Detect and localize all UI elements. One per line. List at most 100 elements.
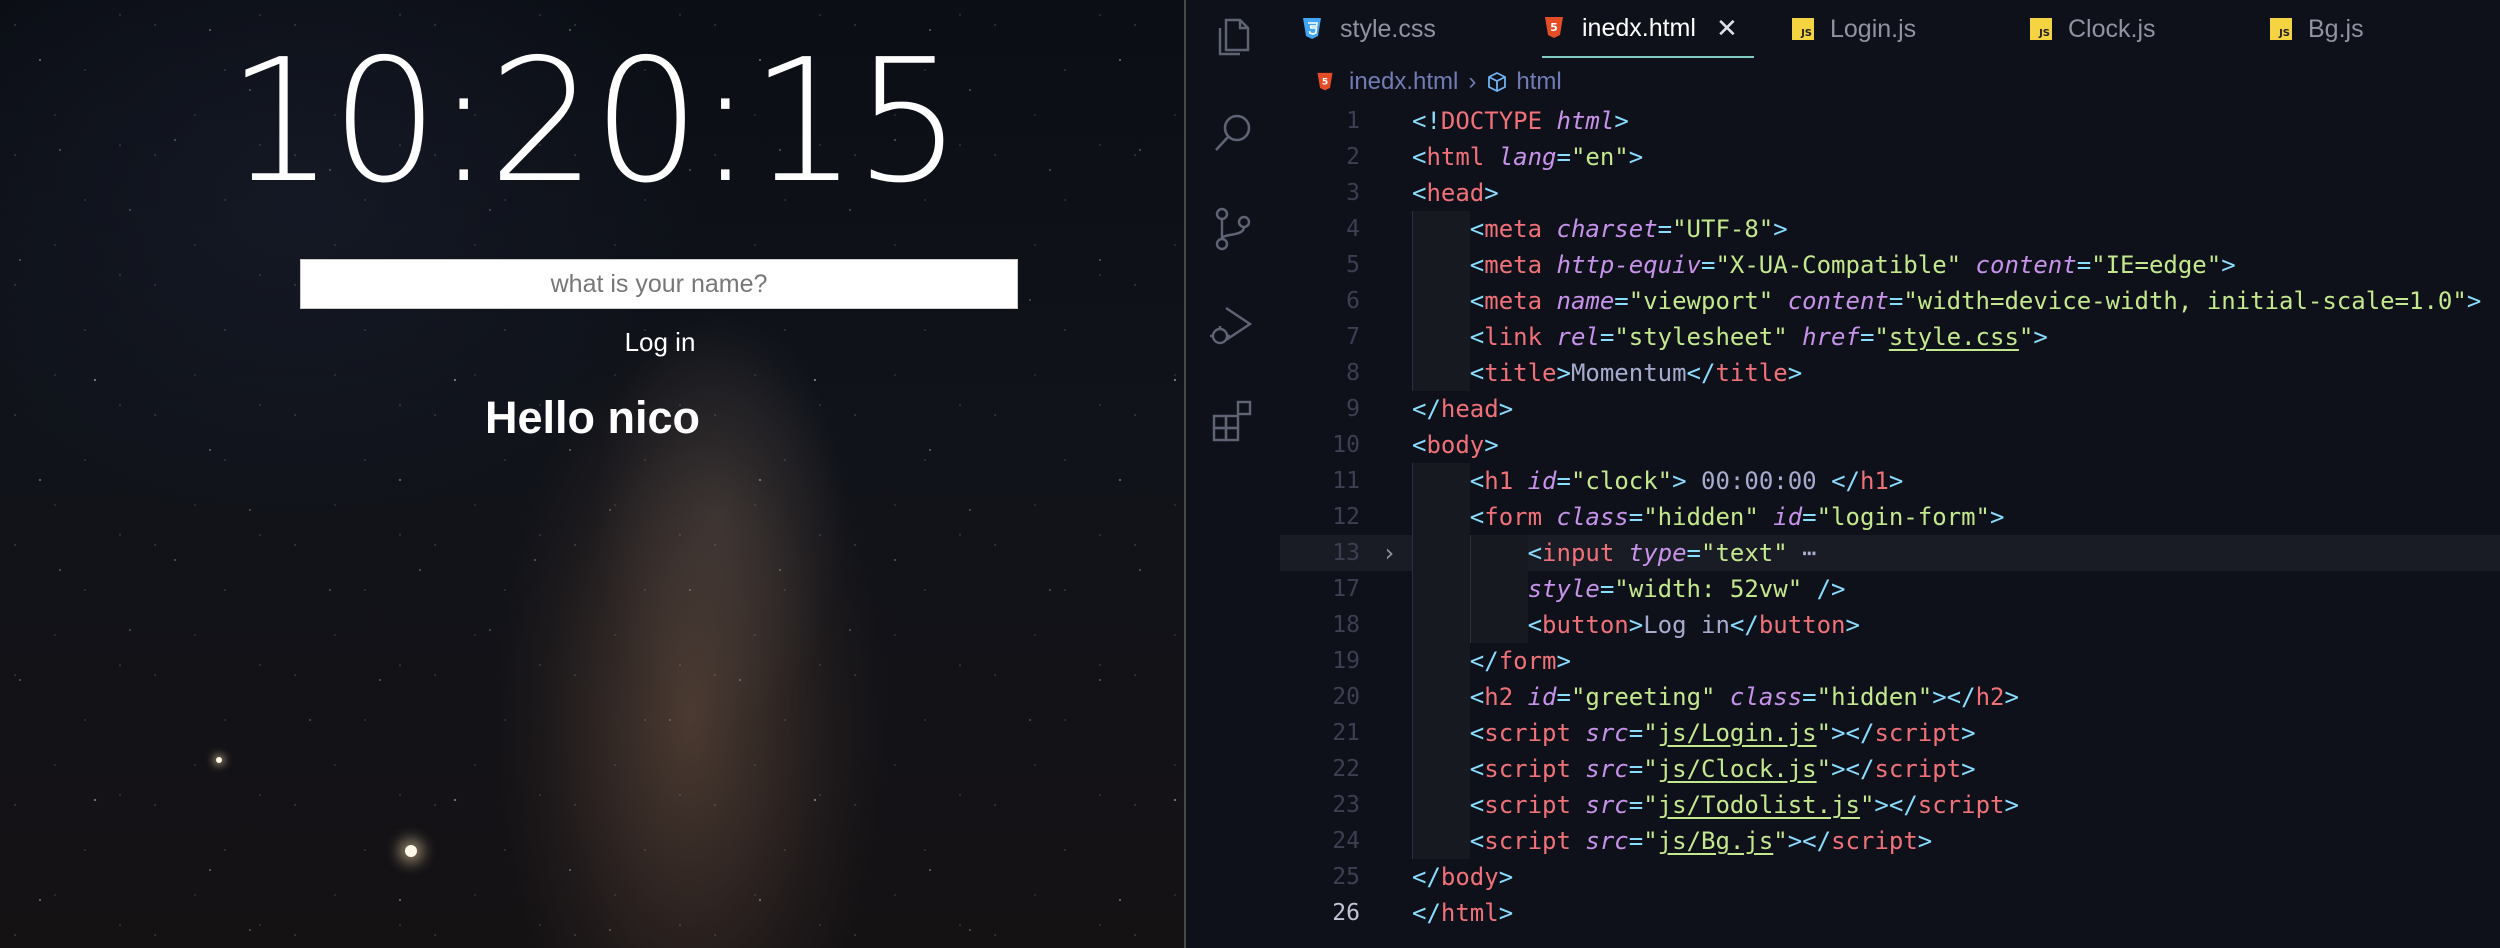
code-line[interactable]: 12 <form class="hidden" id="login-form"> — [1280, 499, 2500, 535]
login-button[interactable]: Log in — [560, 322, 760, 362]
tab-bg-js[interactable]: JS Bg.js — [2270, 0, 2364, 58]
code-line[interactable]: 8 <title>Momentum</title> — [1280, 355, 2500, 391]
code-token: id — [1527, 467, 1557, 495]
code-token: input — [1542, 539, 1615, 567]
code-token: h2 — [1484, 683, 1514, 711]
line-number: 11 — [1332, 468, 1360, 494]
code-line[interactable]: 13 › <input type="text" ⋯ — [1280, 535, 2500, 571]
code-line[interactable]: 2 <html lang="en"> — [1280, 139, 2500, 175]
bright-star — [405, 845, 417, 857]
tab-inedx-html[interactable]: 5 inedx.html ✕ — [1542, 0, 1754, 58]
indent-guide — [1412, 679, 1470, 715]
css-icon — [1300, 16, 1324, 42]
code-token: ⋯ — [1802, 539, 1817, 567]
line-number: 24 — [1332, 828, 1360, 854]
indent-guide-line — [1412, 715, 1413, 751]
code-line[interactable]: 6 <meta name="viewport" content="width=de… — [1280, 283, 2500, 319]
code-text: <script src="js/Bg.js"></script> — [1470, 823, 1932, 859]
line-number: 5 — [1346, 252, 1360, 278]
line-number: 22 — [1332, 756, 1360, 782]
code-token: > — [1614, 107, 1629, 135]
code-text: </body> — [1412, 859, 1513, 895]
code-token: > — [2221, 251, 2236, 279]
code-token: meta — [1484, 287, 1543, 315]
clock-heading: 10:20:15 — [226, 23, 963, 221]
indent-guide-line — [1469, 607, 1471, 643]
extensions-icon[interactable] — [1208, 396, 1258, 446]
code-token: body — [1426, 431, 1485, 459]
code-token: < — [1469, 755, 1485, 783]
code-token: h2 — [1975, 683, 2005, 711]
line-number: 21 — [1332, 720, 1360, 746]
files-icon[interactable] — [1208, 12, 1258, 62]
indent-guide-line — [1412, 643, 1413, 679]
tab-clock-js[interactable]: JS Clock.js — [2030, 0, 2156, 58]
code-line[interactable]: 11 <h1 id="clock"> 00:00:00 </h1> — [1280, 463, 2500, 499]
name-input[interactable] — [300, 259, 1018, 309]
code-area[interactable]: 1 <!DOCTYPE html> 2 <html lang="en"> 3 <head>… — [1280, 103, 2500, 931]
breadcrumb-symbol[interactable]: html — [1516, 68, 1561, 96]
code-token: script — [1874, 755, 1962, 783]
source-control-icon[interactable] — [1208, 204, 1258, 254]
code-token: = — [1802, 503, 1817, 531]
code-token: head — [1440, 395, 1499, 423]
breadcrumb-file[interactable]: inedx.html — [1349, 68, 1458, 96]
indent-guide — [1469, 607, 1528, 643]
run-debug-icon[interactable] — [1208, 300, 1258, 350]
code-token: > — [1498, 395, 1514, 423]
code-token: </ — [1469, 647, 1499, 675]
code-token: " — [1816, 719, 1832, 747]
close-tab-icon[interactable]: ✕ — [1716, 13, 1738, 44]
tab-style-css[interactable]: style.css — [1300, 0, 1436, 58]
code-line[interactable]: 7 <link rel="stylesheet" href="style.css"… — [1280, 319, 2500, 355]
code-line[interactable]: 5 <meta http-equiv="X-UA-Compatible" cont… — [1280, 247, 2500, 283]
code-line[interactable]: 19 </form> — [1280, 643, 2500, 679]
search-icon[interactable] — [1208, 108, 1258, 158]
code-token: name — [1556, 287, 1615, 315]
fold-chevron-icon[interactable]: › — [1382, 535, 1396, 571]
code-token: lang — [1498, 143, 1557, 171]
code-line[interactable]: 23 <script src="js/Todolist.js"></script> — [1280, 787, 2500, 823]
code-token: <! — [1412, 107, 1441, 135]
code-line[interactable]: 9 </head> — [1280, 391, 2500, 427]
indent-guide — [1412, 751, 1470, 787]
split-divider[interactable] — [1184, 0, 1186, 948]
code-token: " — [1773, 827, 1788, 855]
code-token: id — [1527, 683, 1557, 711]
code-line[interactable]: 22 <script src="js/Clock.js"></script> — [1280, 751, 2500, 787]
code-line[interactable]: 3 <head> — [1280, 175, 2500, 211]
code-token: js/Todolist.js — [1657, 791, 1860, 819]
code-token: </ — [1686, 359, 1716, 387]
indent-guide-line — [1469, 535, 1471, 571]
line-number: 10 — [1332, 432, 1360, 458]
code-line[interactable]: 17 style="width: 52vw" /> — [1280, 571, 2500, 607]
code-line[interactable]: 4 <meta charset="UTF-8"> — [1280, 211, 2500, 247]
code-line[interactable]: 25 </body> — [1280, 859, 2500, 895]
code-token: < — [1469, 719, 1485, 747]
code-line[interactable]: 20 <h2 id="greeting" class="hidden"></h2> — [1280, 679, 2500, 715]
tab-login-js[interactable]: JS Login.js — [1792, 0, 1916, 58]
code-token: src — [1585, 827, 1629, 855]
code-token: title — [1484, 359, 1557, 387]
code-line[interactable]: 21 <script src="js/Login.js"></script> — [1280, 715, 2500, 751]
code-line[interactable]: 26 </html> — [1280, 895, 2500, 931]
code-token: meta — [1484, 251, 1543, 279]
code-line[interactable]: 10 <body> — [1280, 427, 2500, 463]
greeting-heading: Hello nico — [484, 392, 701, 443]
code-token: </ — [1412, 863, 1441, 891]
code-line[interactable]: 24 <script src="js/Bg.js"></script> — [1280, 823, 2500, 859]
code-line[interactable]: 1 <!DOCTYPE html> — [1280, 103, 2500, 139]
code-line[interactable]: 18 <button>Log in</button> — [1280, 607, 2500, 643]
code-editor: style.css 5 inedx.html ✕ JS Login.js JS … — [1280, 0, 2500, 948]
code-token: " — [2018, 323, 2034, 351]
code-token: " — [1643, 827, 1658, 855]
line-number: 17 — [1332, 576, 1360, 602]
code-token: ></ — [1831, 719, 1875, 747]
code-text: <!DOCTYPE html> — [1412, 103, 1629, 139]
code-token: </ — [1412, 395, 1441, 423]
